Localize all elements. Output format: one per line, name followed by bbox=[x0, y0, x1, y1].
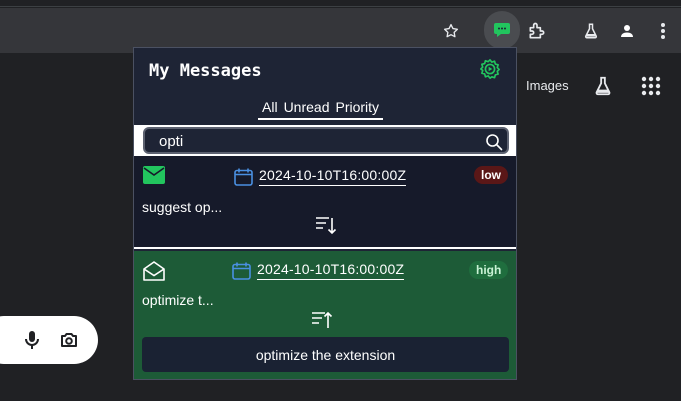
envelope-open-icon bbox=[143, 261, 165, 281]
tab-strip-border bbox=[0, 6, 681, 7]
message-full-text: optimize the extension bbox=[142, 337, 509, 372]
sort-ascending-icon[interactable] bbox=[311, 309, 333, 331]
menu-dots-icon[interactable] bbox=[648, 16, 678, 46]
message-date: 2024-10-10T16:00:00Z bbox=[232, 261, 405, 280]
date-text: 2024-10-10T16:00:00Z bbox=[257, 261, 405, 280]
message-snippet: optimize t... bbox=[142, 292, 214, 308]
tab-unread[interactable]: Unread bbox=[284, 98, 330, 118]
search-input[interactable] bbox=[159, 132, 469, 150]
filter-tabs: All Unread Priority bbox=[258, 98, 384, 120]
date-text: 2024-10-10T16:00:00Z bbox=[259, 167, 407, 186]
search-box-tail bbox=[0, 316, 98, 364]
search-icon[interactable] bbox=[485, 133, 503, 151]
labs-icon[interactable] bbox=[592, 75, 614, 102]
images-link[interactable]: Images bbox=[526, 78, 569, 93]
profile-avatar-icon[interactable] bbox=[612, 16, 642, 46]
settings-gear-icon[interactable] bbox=[479, 58, 501, 80]
envelope-closed-icon bbox=[143, 166, 165, 184]
priority-badge-low: low bbox=[474, 166, 508, 184]
message-item-selected[interactable]: 2024-10-10T16:00:00Z high optimize t... … bbox=[134, 251, 516, 379]
sort-descending-icon[interactable] bbox=[315, 214, 337, 236]
extensions-puzzle-icon[interactable] bbox=[522, 16, 552, 46]
tab-all[interactable]: All bbox=[262, 98, 278, 118]
search-field bbox=[143, 127, 509, 154]
calendar-icon bbox=[232, 262, 251, 280]
tab-priority[interactable]: Priority bbox=[335, 98, 379, 118]
camera-lens-icon[interactable] bbox=[60, 332, 78, 353]
search-bar bbox=[134, 125, 516, 156]
messages-extension-button[interactable] bbox=[484, 11, 520, 49]
message-snippet: suggest op... bbox=[142, 199, 223, 215]
microphone-icon[interactable] bbox=[23, 330, 41, 355]
message-item[interactable]: 2024-10-10T16:00:00Z low suggest op... bbox=[134, 156, 516, 249]
priority-badge-high: high bbox=[469, 261, 509, 279]
message-date: 2024-10-10T16:00:00Z bbox=[234, 167, 407, 186]
messages-popup: My Messages All Unread Priority 2024-10-… bbox=[133, 47, 517, 380]
calendar-icon bbox=[234, 168, 253, 186]
bookmark-star-icon[interactable] bbox=[436, 16, 466, 46]
labs-flask-icon[interactable] bbox=[576, 16, 606, 46]
popup-title: My Messages bbox=[149, 61, 262, 81]
apps-grid-icon[interactable] bbox=[641, 76, 661, 101]
chat-bubble-icon bbox=[494, 23, 510, 37]
